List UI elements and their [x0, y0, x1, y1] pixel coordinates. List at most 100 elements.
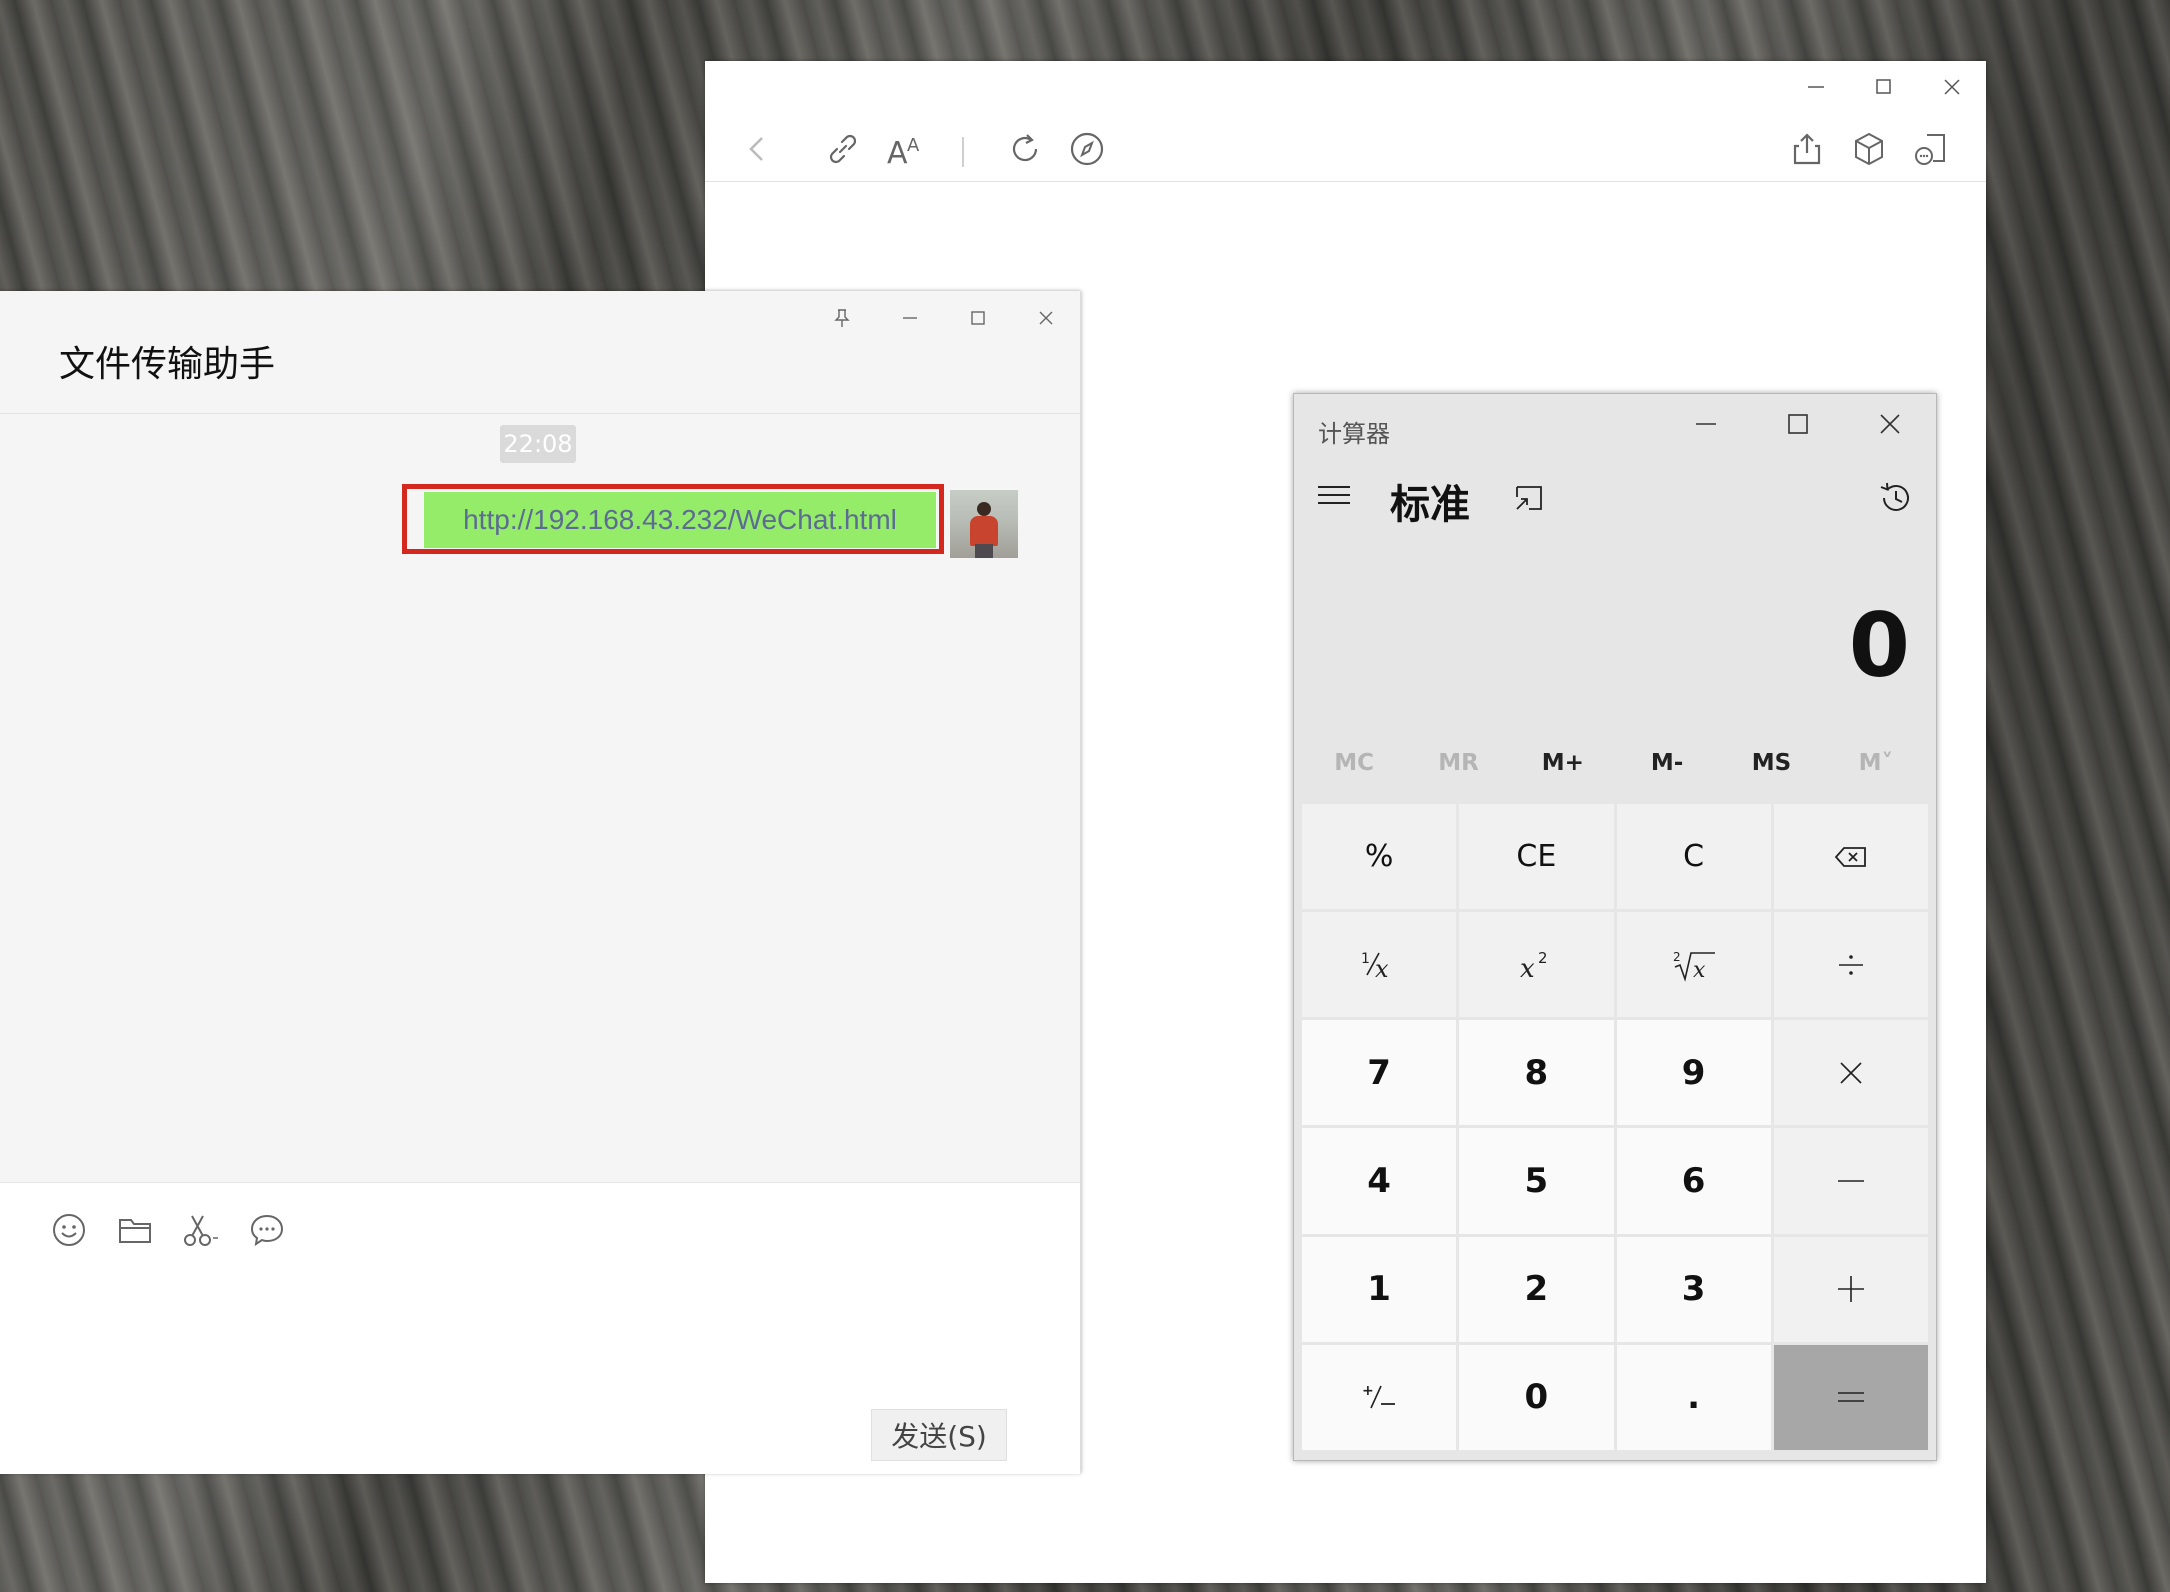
scissors-icon [184, 1215, 218, 1246]
calculator-window-controls [1660, 394, 1936, 454]
toolbar-divider [962, 137, 964, 167]
digit-0-button[interactable]: 0 [1459, 1344, 1614, 1450]
memory-clear-button[interactable]: MC [1302, 734, 1406, 792]
percent-button[interactable]: % [1302, 804, 1457, 910]
send-button[interactable]: 发送(S) [871, 1409, 1007, 1461]
svg-text:A: A [907, 135, 920, 156]
keep-on-top-button[interactable] [1512, 482, 1546, 514]
calculator-mode-title: 标准 [1390, 482, 1470, 528]
svg-text:2: 2 [1538, 949, 1548, 967]
hamburger-icon [1318, 486, 1350, 504]
open-in-browser-button[interactable] [1065, 127, 1109, 171]
equals-button[interactable] [1773, 1344, 1928, 1450]
svg-text:x: x [1693, 958, 1706, 983]
navigation-menu-button[interactable] [1314, 480, 1354, 510]
digit-8-button[interactable]: 8 [1459, 1020, 1614, 1126]
cube-icon [1855, 132, 1883, 166]
maximize-button[interactable] [1850, 61, 1918, 113]
negate-icon: + [1362, 1383, 1396, 1409]
backspace-icon [1834, 846, 1866, 867]
close-button[interactable] [1012, 291, 1080, 345]
close-icon [1880, 414, 1900, 434]
browser-toolbar: AA [705, 117, 1986, 182]
digit-4-button[interactable]: 4 [1302, 1128, 1457, 1234]
square-button[interactable]: x2 [1459, 912, 1614, 1018]
memory-add-button[interactable]: M+ [1511, 734, 1615, 792]
pin-button[interactable] [808, 291, 876, 345]
share-icon [1793, 133, 1821, 165]
minimize-icon [1696, 423, 1716, 425]
memory-row: MC MR M+ M- MS M˅ [1302, 734, 1928, 792]
send-file-button[interactable] [112, 1207, 158, 1253]
negate-button[interactable]: + [1302, 1344, 1457, 1450]
font-size-button[interactable]: AA [883, 127, 927, 171]
digit-6-button[interactable]: 6 [1616, 1128, 1771, 1234]
minimize-button[interactable] [1660, 394, 1752, 454]
subtract-button[interactable] [1773, 1128, 1928, 1234]
square-root-button[interactable]: 2x [1616, 912, 1771, 1018]
compass-icon [1070, 132, 1104, 166]
plus-icon [1837, 1276, 1864, 1303]
emoji-button[interactable] [46, 1207, 92, 1253]
svg-text:A: A [887, 136, 908, 167]
digit-1-button[interactable]: 1 [1302, 1236, 1457, 1342]
message-timestamp: 22:08 [500, 425, 576, 463]
back-button[interactable] [735, 127, 779, 171]
backspace-button[interactable] [1773, 804, 1928, 910]
svg-text:+: + [1362, 1383, 1374, 1399]
avatar[interactable] [950, 490, 1018, 558]
svg-text:1: 1 [1361, 951, 1370, 967]
maximize-button[interactable] [1752, 394, 1844, 454]
share-button[interactable] [1785, 127, 1829, 171]
reciprocal-button[interactable]: 1x [1302, 912, 1457, 1018]
message-input-area[interactable]: 发送(S) [0, 1182, 1080, 1474]
minimize-icon [903, 317, 917, 319]
reciprocal-icon: 1x [1361, 951, 1389, 983]
copy-link-button[interactable] [821, 127, 865, 171]
maximize-icon [1876, 79, 1891, 94]
chat-history-button[interactable] [244, 1207, 290, 1253]
digit-2-button[interactable]: 2 [1459, 1236, 1614, 1342]
close-button[interactable] [1844, 394, 1936, 454]
message-bubble[interactable]: http://192.168.43.232/WeChat.html [424, 492, 936, 548]
digit-9-button[interactable]: 9 [1616, 1020, 1771, 1126]
font-size-icon: AA [887, 135, 920, 167]
memory-list-button[interactable]: M˅ [1824, 734, 1928, 792]
browser-window-controls [1782, 61, 1986, 113]
history-button[interactable] [1876, 478, 1916, 518]
message-link[interactable]: http://192.168.43.232/WeChat.html [463, 504, 897, 536]
divide-button[interactable] [1773, 912, 1928, 1018]
svg-text:x: x [1375, 955, 1389, 983]
maximize-icon [971, 311, 985, 325]
history-icon [1880, 482, 1909, 511]
clear-button[interactable]: C [1616, 804, 1771, 910]
svg-text:x: x [1520, 954, 1535, 983]
digit-7-button[interactable]: 7 [1302, 1020, 1457, 1126]
memory-store-button[interactable]: MS [1719, 734, 1823, 792]
refresh-button[interactable] [1003, 127, 1047, 171]
memory-recall-button[interactable]: MR [1406, 734, 1510, 792]
chat-title: 文件传输助手 [59, 344, 276, 385]
more-window-icon [1915, 134, 1945, 165]
screenshot-button[interactable] [178, 1207, 224, 1253]
multiply-button[interactable] [1773, 1020, 1928, 1126]
multiply-icon [1840, 1062, 1862, 1084]
calculator-display: 0 [1848, 594, 1910, 697]
minimize-button[interactable] [1782, 61, 1850, 113]
digit-5-button[interactable]: 5 [1459, 1128, 1614, 1234]
chat-bubble-icon [250, 1214, 284, 1247]
decimal-button[interactable]: . [1616, 1344, 1771, 1450]
memory-subtract-button[interactable]: M- [1615, 734, 1719, 792]
maximize-button[interactable] [944, 291, 1012, 345]
minimize-icon [1808, 86, 1824, 88]
mini-program-button[interactable] [1847, 127, 1891, 171]
clear-entry-button[interactable]: CE [1459, 804, 1614, 910]
add-button[interactable] [1773, 1236, 1928, 1342]
keep-on-top-icon [1516, 486, 1542, 510]
square-root-icon: 2x [1673, 950, 1715, 983]
more-options-button[interactable] [1909, 127, 1953, 171]
minimize-button[interactable] [876, 291, 944, 345]
close-button[interactable] [1918, 61, 1986, 113]
square-icon: x2 [1520, 949, 1548, 983]
digit-3-button[interactable]: 3 [1616, 1236, 1771, 1342]
